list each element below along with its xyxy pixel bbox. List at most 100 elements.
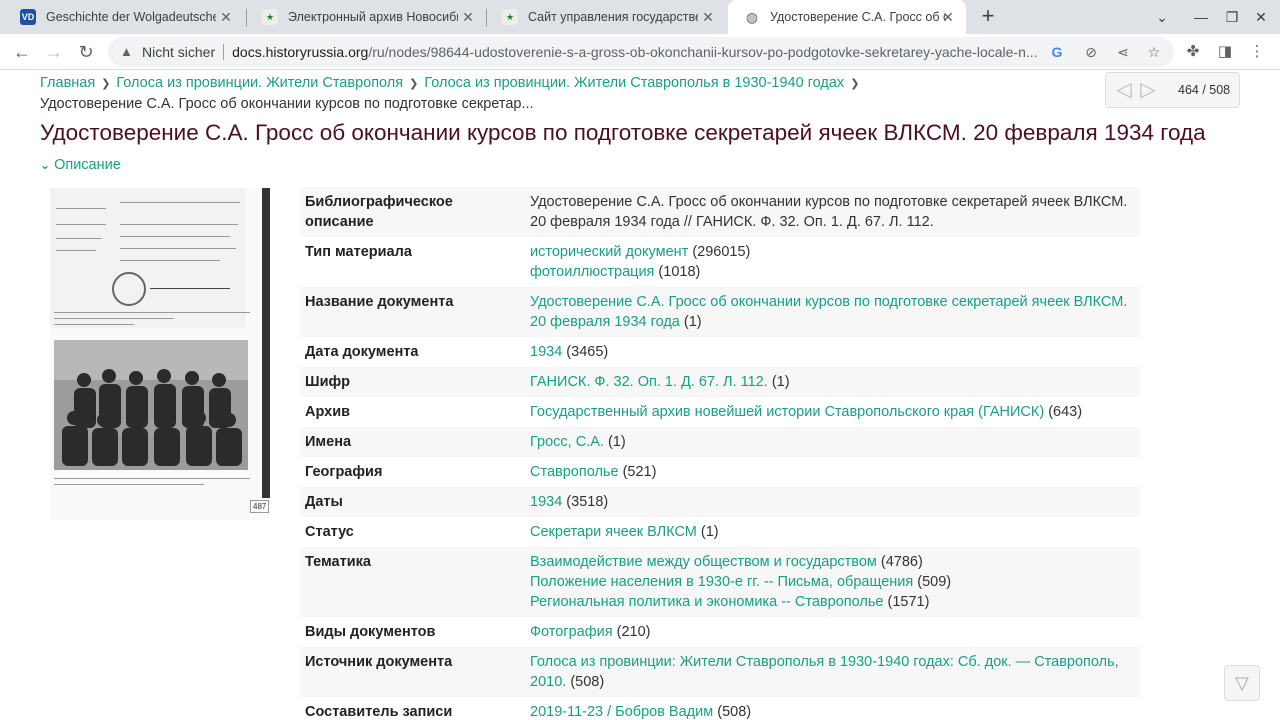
security-status-label[interactable]: Nicht sicher bbox=[142, 44, 215, 60]
browser-tab-2[interactable]: ★ Электронный архив Новосибирской ✕ bbox=[246, 0, 486, 34]
field-value: 1934 (3518) bbox=[525, 487, 1140, 517]
facet-link[interactable]: исторический документ bbox=[530, 244, 688, 260]
scan-text-line bbox=[54, 318, 174, 319]
facet-count: (3465) bbox=[566, 344, 609, 360]
facet-count: (508) bbox=[570, 674, 605, 690]
field-value: Секретари ячеек ВЛКСМ (1) bbox=[525, 517, 1140, 547]
breadcrumb-link-subcollection[interactable]: Голоса из провинции. Жители Ставрополья … bbox=[424, 75, 844, 91]
warning-triangle-icon[interactable]: ▲ bbox=[120, 45, 134, 59]
browser-tab-1[interactable]: VD Geschichte der Wolgadeutschen ✕ bbox=[4, 0, 244, 34]
table-row: Источник документа Голоса из провинции: Ж… bbox=[300, 647, 1140, 697]
scan-text-line bbox=[56, 224, 106, 225]
share-icon[interactable]: ⋖ bbox=[1114, 43, 1132, 61]
url-text[interactable]: docs.historyrussia.org/ru/nodes/98644-ud… bbox=[232, 44, 1042, 60]
table-row: Виды документов Фотография (210) bbox=[300, 617, 1140, 647]
description-toggle-label: Описание bbox=[54, 157, 121, 173]
scan-text-line bbox=[120, 236, 230, 237]
field-value: Гросс, С.А. (1) bbox=[525, 427, 1140, 457]
description-toggle[interactable]: ⌄ Описание bbox=[40, 157, 121, 173]
facet-count: (1) bbox=[771, 374, 790, 390]
facet-link[interactable]: 1934 bbox=[530, 344, 562, 360]
browser-toolbar: ← → ↻ ▲ Nicht sicher docs.historyrussia.… bbox=[0, 34, 1280, 70]
close-window-icon[interactable]: ✕ bbox=[1250, 6, 1272, 28]
tab-label: Geschichte der Wolgadeutschen bbox=[46, 10, 216, 24]
restore-icon[interactable]: ❐ bbox=[1221, 6, 1243, 28]
facet-count: (1) bbox=[607, 434, 626, 450]
field-value: исторический документ (296015) фотоиллюст… bbox=[525, 237, 1140, 287]
field-value-line: Гросс, С.А. (1) bbox=[530, 432, 1135, 452]
side-panel-icon[interactable]: ◨ bbox=[1215, 42, 1235, 62]
scan-page-number: 487 bbox=[250, 500, 270, 513]
field-text: Удостоверение С.А. Гросс об окончании ку… bbox=[530, 194, 1128, 230]
scan-text-line bbox=[120, 202, 240, 203]
facet-count: (643) bbox=[1048, 404, 1083, 420]
facet-link[interactable]: Ставрополье bbox=[530, 464, 619, 480]
facet-link[interactable]: Фотография bbox=[530, 624, 613, 640]
wolgadeutschen-favicon-icon: VD bbox=[20, 9, 36, 25]
facet-count: (509) bbox=[917, 574, 952, 590]
field-value-line: Ставрополье (521) bbox=[530, 462, 1135, 482]
extensions-puzzle-icon[interactable]: ✤ bbox=[1183, 42, 1203, 62]
group-photo-figures bbox=[54, 340, 248, 470]
bookmark-star-icon[interactable]: ☆ bbox=[1145, 43, 1163, 61]
scan-text-line bbox=[56, 250, 96, 251]
field-label: Имена bbox=[300, 427, 525, 457]
facet-link[interactable]: Региональная политика и экономика -- Ста… bbox=[530, 594, 883, 610]
browser-tab-active[interactable]: ◍ Удостоверение С.А. Гросс об о ✕ bbox=[728, 0, 966, 34]
forward-arrow-icon[interactable]: → bbox=[42, 40, 66, 64]
field-label: Даты bbox=[300, 487, 525, 517]
close-icon[interactable]: ✕ bbox=[940, 9, 956, 25]
breadcrumb-link-home[interactable]: Главная bbox=[40, 75, 95, 91]
scan-text-line bbox=[54, 312, 250, 313]
book-spine bbox=[262, 188, 270, 498]
facet-link[interactable]: Голоса из провинции: Жители Ставрополья … bbox=[530, 654, 1119, 690]
reload-icon[interactable]: ↻ bbox=[74, 40, 98, 64]
certificate-scan bbox=[50, 188, 246, 328]
google-translate-icon[interactable]: G bbox=[1048, 43, 1066, 61]
close-icon[interactable]: ✕ bbox=[460, 9, 476, 25]
browser-tab-3[interactable]: ★ Сайт управления государственной ✕ bbox=[486, 0, 726, 34]
facet-link[interactable]: Удостоверение С.А. Гросс об окончании ку… bbox=[530, 294, 1127, 330]
minimize-icon[interactable]: — bbox=[1190, 6, 1212, 28]
facet-link[interactable]: Секретари ячеек ВЛКСМ bbox=[530, 524, 697, 540]
breadcrumb-link-collection[interactable]: Голоса из провинции. Жители Ставрополя bbox=[116, 75, 403, 91]
tracking-eye-off-icon[interactable]: ⊘ bbox=[1082, 43, 1100, 61]
new-tab-button[interactable]: + bbox=[976, 4, 1000, 28]
scroll-down-triangle-icon[interactable]: ▽ bbox=[1224, 665, 1260, 701]
field-value: Удостоверение С.А. Гросс об окончании ку… bbox=[525, 187, 1140, 237]
field-value: Взаимодействие между обществом и государ… bbox=[525, 547, 1140, 617]
tab-label: Электронный архив Новосибирской bbox=[288, 10, 458, 24]
facet-count: (508) bbox=[717, 704, 752, 720]
previous-triangle-icon[interactable]: ◁ bbox=[1112, 80, 1136, 100]
archive-favicon-icon: ★ bbox=[502, 9, 518, 25]
url-host: docs.historyrussia.org bbox=[232, 44, 369, 60]
facet-link[interactable]: Взаимодействие между обществом и государ… bbox=[530, 554, 877, 570]
field-label: Название документа bbox=[300, 287, 525, 337]
facet-link[interactable]: фотоиллюстрация bbox=[530, 264, 654, 280]
facet-link[interactable]: Гросс, С.А. bbox=[530, 434, 604, 450]
scan-text-line bbox=[120, 248, 236, 249]
photo-caption bbox=[54, 474, 254, 492]
close-icon[interactable]: ✕ bbox=[218, 9, 234, 25]
metadata-table: Библиографическое описание Удостоверение … bbox=[300, 187, 1140, 720]
document-thumbnail[interactable]: 487 bbox=[50, 188, 270, 520]
facet-link[interactable]: Положение населения в 1930-е гг. -- Пись… bbox=[530, 574, 913, 590]
tab-search-chevron-down-icon[interactable]: ⌄ bbox=[1151, 6, 1173, 28]
facet-link[interactable]: 2019-11-23 / Бобров Вадим bbox=[530, 704, 713, 720]
tab-label: Сайт управления государственной bbox=[528, 10, 698, 24]
facet-link[interactable]: ГАНИСК. Ф. 32. Оп. 1. Д. 67. Л. 112. bbox=[530, 374, 768, 390]
facet-count: (1) bbox=[683, 314, 702, 330]
address-bar[interactable]: ▲ Nicht sicher docs.historyrussia.org/ru… bbox=[108, 37, 1174, 67]
back-arrow-icon[interactable]: ← bbox=[10, 40, 34, 64]
field-label: Дата документа bbox=[305, 344, 419, 360]
facet-link[interactable]: 1934 bbox=[530, 494, 562, 510]
field-value-line: исторический документ (296015) bbox=[530, 242, 1135, 262]
menu-kebab-icon[interactable]: ⋮ bbox=[1247, 42, 1267, 62]
close-icon[interactable]: ✕ bbox=[700, 9, 716, 25]
next-triangle-icon[interactable]: ▷ bbox=[1136, 80, 1160, 100]
facet-count: (1) bbox=[700, 524, 719, 540]
field-value-line: Удостоверение С.А. Гросс об окончании ку… bbox=[530, 292, 1135, 332]
facet-link[interactable]: Государственный архив новейшей истории С… bbox=[530, 404, 1044, 420]
group-photo bbox=[54, 340, 248, 470]
field-value: Государственный архив новейшей истории С… bbox=[525, 397, 1140, 427]
